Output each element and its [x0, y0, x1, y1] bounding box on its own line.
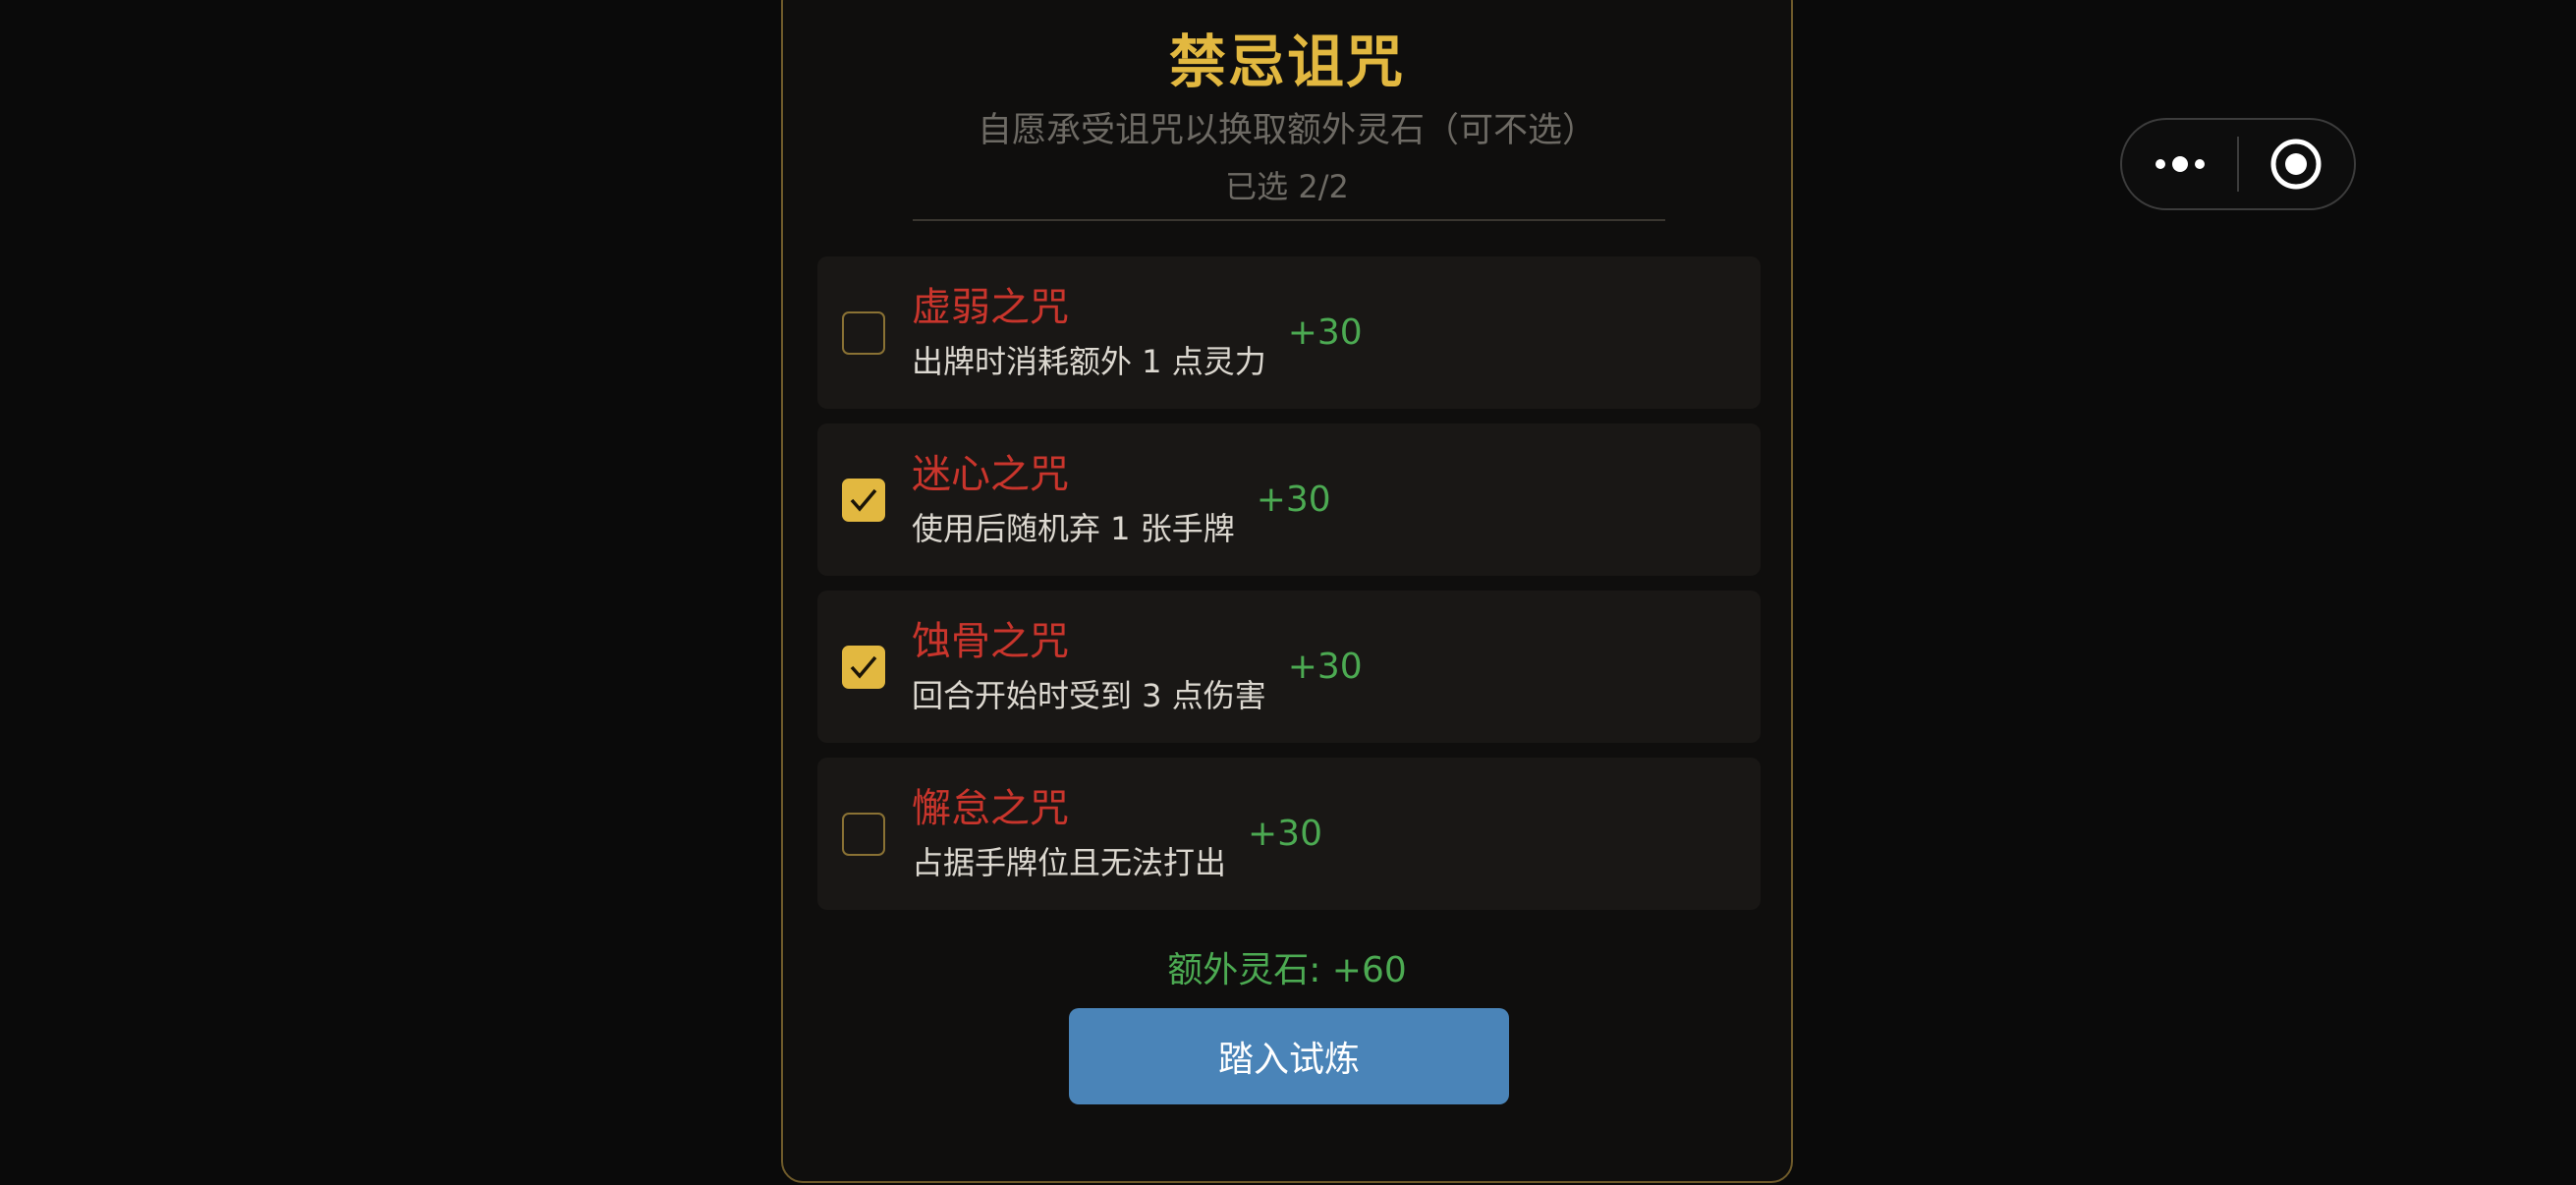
curse-name: 懈怠之咒: [912, 785, 1069, 831]
curse-card-weak[interactable]: 虚弱之咒 出牌时消耗额外 1 点灵力 +30: [817, 256, 1761, 409]
curse-reward: +30: [1256, 480, 1331, 520]
curse-reward: +30: [1287, 647, 1363, 687]
panel-subtitle: 自愿承受诅咒以换取额外灵石（可不选）: [977, 111, 1596, 150]
mini-program-capsule: [2120, 118, 2356, 210]
curse-card-erode[interactable]: 蚀骨之咒 回合开始时受到 3 点伤害 +30: [817, 591, 1761, 743]
curse-name: 迷心之咒: [912, 451, 1069, 497]
curse-desc: 出牌时消耗额外 1 点灵力: [912, 342, 1266, 380]
selected-count: 已选 2/2: [1225, 168, 1349, 205]
curse-desc: 占据手牌位且无法打出: [912, 843, 1227, 881]
curse-name: 蚀骨之咒: [912, 618, 1069, 664]
curse-name: 虚弱之咒: [912, 284, 1069, 330]
curse-reward: +30: [1287, 312, 1363, 353]
curse-checkbox[interactable]: [842, 310, 885, 355]
panel-title: 禁忌诅咒: [1168, 28, 1405, 95]
divider: [913, 219, 1665, 221]
more-button[interactable]: [2122, 120, 2237, 208]
curse-checkbox[interactable]: [842, 478, 885, 522]
target-close-icon: [2270, 139, 2322, 190]
curse-checkbox[interactable]: [842, 645, 885, 689]
check-icon: [850, 488, 877, 512]
extra-stones: 额外灵石: +60: [1167, 950, 1407, 990]
curse-list: 虚弱之咒 出牌时消耗额外 1 点灵力 +30 迷心之咒 使用后随机弃 1 张手牌…: [817, 256, 1761, 925]
check-icon: [850, 655, 877, 679]
curse-reward: +30: [1248, 814, 1322, 854]
curse-desc: 使用后随机弃 1 张手牌: [912, 509, 1235, 547]
close-button[interactable]: [2239, 120, 2354, 208]
curse-card-confuse[interactable]: 迷心之咒 使用后随机弃 1 张手牌 +30: [817, 423, 1761, 576]
curse-panel: 禁忌诅咒 自愿承受诅咒以换取额外灵石（可不选） 已选 2/2 虚弱之咒 出牌时消…: [781, 0, 1793, 1183]
more-dots-icon: [2155, 156, 2205, 172]
enter-trial-button[interactable]: 踏入试炼: [1069, 1008, 1509, 1104]
curse-checkbox[interactable]: [842, 812, 885, 856]
curse-card-sloth[interactable]: 懈怠之咒 占据手牌位且无法打出 +30: [817, 758, 1761, 910]
curse-desc: 回合开始时受到 3 点伤害: [912, 676, 1266, 714]
